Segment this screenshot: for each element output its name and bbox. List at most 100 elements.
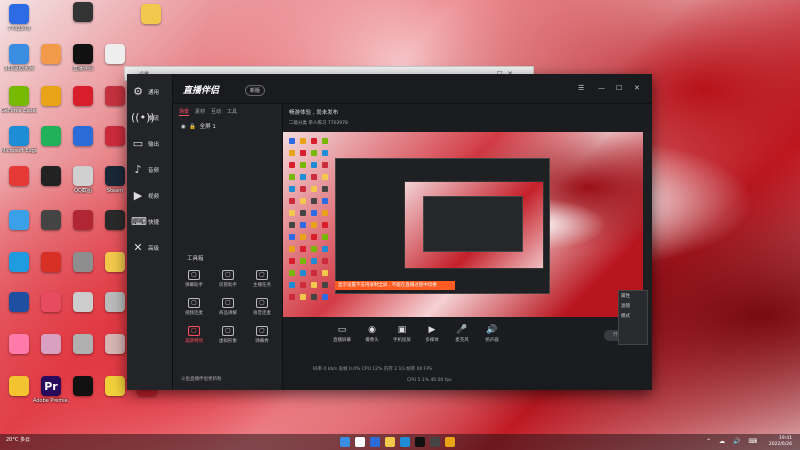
desktop-icon[interactable]: Microsoft Edge [1,126,37,166]
live-app-window[interactable]: ⚙ 通用 ((•)) 推流 ▭ 输出 ♪ 音频 ▶ 视频 ⌨ 快捷 ✕ 高级 直播伴侣 新版 ☰ — ☐ … [127,74,652,390]
stream-title[interactable]: 畅游体验 , 尚未发布 [289,108,338,116]
desktop-icon[interactable] [2,292,36,332]
source-button[interactable]: 🎤 麦克风 [447,325,477,343]
preview-desktop-icon [300,138,306,144]
app-icon: Pr [41,376,61,396]
scene-panel: 场景 素材 互动 工具 ◉ 🔒 全屏 1 工具箱 ▢ 弹幕助手 ▢ 房管助手 ▢ 主播任务 ▢ 视频… [173,104,283,390]
scene-tab[interactable]: 素材 [195,108,205,116]
nav-item[interactable]: ⌨ 快捷 [131,210,171,234]
taskbar-app-icon[interactable] [355,437,365,447]
panel-item[interactable]: 滤镜 [619,301,647,311]
news-text[interactable]: 斗鱼直播伴侣更新啦 [181,376,222,382]
source-button[interactable]: ▭ 直播屏幕 [327,325,357,343]
desktop-icon[interactable]: Pr Adobe Premie... [33,376,69,416]
desktop-icon[interactable] [66,334,100,374]
desktop-icon[interactable]: 7702978 [2,4,36,44]
nav-label: 通用 [148,90,160,96]
taskbar-app-icon[interactable] [430,437,440,447]
version-badge[interactable]: 新版 [245,85,266,96]
desktop-icon[interactable] [66,252,100,292]
desktop-icon[interactable] [66,376,100,416]
desktop-icon[interactable] [2,334,36,374]
desktop-icon[interactable] [2,166,36,206]
live-preview[interactable]: 显示设置不支持录制全屏 , 不能在直播过程中切换 [283,132,643,317]
tool-button[interactable]: ▢ 弹幕助手 [179,270,209,296]
desktop-icon[interactable]: 直播伴侣 [66,44,100,84]
desktop-icon[interactable] [34,126,68,166]
tool-button[interactable]: ▢ 虚拟形象 [213,326,243,352]
lock-icon[interactable]: 🔒 [189,124,196,130]
desktop-icon[interactable]: QQ截图 [66,166,100,206]
preview-desktop-icon [289,282,295,288]
source-label: 手机投屏 [393,338,411,343]
panel-item[interactable]: 模式 [619,311,647,321]
nav-item[interactable]: ⚙ 通用 [131,80,171,104]
scene-tab[interactable]: 工具 [227,108,237,116]
app-icon [105,252,125,272]
taskbar-app-icon[interactable] [415,437,425,447]
nav-item[interactable]: ▭ 输出 [131,132,171,156]
desktop-icon[interactable] [34,86,68,126]
app-icon [73,292,93,312]
nav-item[interactable]: ▶ 视频 [131,184,171,208]
eye-icon[interactable]: ◉ [181,124,186,130]
clock[interactable]: 19:41 2022/6/26 [769,436,792,448]
menu-icon[interactable]: ☰ [578,84,584,92]
maximize-icon[interactable]: ☐ [616,84,622,92]
scene-tab[interactable]: 场景 [179,108,190,116]
app-icon [73,376,93,396]
desktop-icon[interactable] [66,86,100,126]
nav-label: 音频 [148,168,160,174]
desktop-icon[interactable] [2,252,36,292]
desktop-icon[interactable] [66,292,100,332]
desktop-icon[interactable] [66,126,100,166]
preview-desktop-icon [300,234,306,240]
desktop-icon[interactable] [34,44,68,84]
nav-item[interactable]: ✕ 高级 [131,236,171,260]
scene-tab[interactable]: 互动 [211,108,221,116]
tool-button[interactable]: ▢ 房管助手 [213,270,243,296]
app-logo: 直播伴侣 [183,86,220,96]
source-button[interactable]: ◉ 摄像头 [357,325,387,343]
tool-label: 主播任务 [253,283,271,288]
source-button[interactable]: ▣ 手机投屏 [387,325,417,343]
panel-item[interactable]: 属性 [619,291,647,301]
minimize-icon[interactable]: — [598,84,605,92]
tool-button[interactable]: ▢ 语音连麦 [247,298,277,324]
preview-desktop-icon [289,222,295,228]
nav-label: 快捷 [148,220,160,226]
desktop-icon[interactable] [34,292,68,332]
source-button[interactable]: 🔊 扬声器 [477,325,507,343]
tool-button[interactable]: ▢ 弹幕秀 [247,326,277,352]
source-button[interactable]: ▶ 多媒体 [417,325,447,343]
scene-item[interactable]: ◉ 🔒 全屏 1 [181,122,216,130]
desktop-icon[interactable]: 360驱动大师 [2,44,36,84]
tool-button[interactable]: ▢ 美颜特效 [179,326,209,352]
taskbar-app-icon[interactable] [385,437,395,447]
taskbar-app-icon[interactable] [445,437,455,447]
desktop-icon[interactable] [34,334,68,374]
desktop-icon[interactable] [2,376,36,416]
app-icon [9,292,29,312]
taskbar-app-icon[interactable] [400,437,410,447]
desktop-icon[interactable] [2,210,36,250]
preview-desktop-icon [300,150,306,156]
desktop-icon[interactable] [134,4,168,44]
weather-widget[interactable]: 20°C 多云 [6,436,30,443]
desktop-icon[interactable] [66,210,100,250]
tray-icons[interactable]: ⌃ ☁ 🔊 ⌨ [706,438,760,445]
taskbar-app-icon[interactable] [340,437,350,447]
nav-item[interactable]: ((•)) 推流 [131,106,171,130]
tool-button[interactable]: ▢ 主播任务 [247,270,277,296]
preview-desktop-icon [322,174,328,180]
desktop-icon[interactable] [34,166,68,206]
desktop-icon[interactable] [66,2,100,42]
tool-button[interactable]: ▢ 视频连麦 [179,298,209,324]
tool-button[interactable]: ▢ 商品讲解 [213,298,243,324]
nav-item[interactable]: ♪ 音频 [131,158,171,182]
desktop-icon[interactable] [34,252,68,292]
desktop-icon[interactable]: GeForce Experience [1,86,37,126]
taskbar-app-icon[interactable] [370,437,380,447]
close-icon[interactable]: ✕ [634,84,640,92]
desktop-icon[interactable] [34,210,68,250]
